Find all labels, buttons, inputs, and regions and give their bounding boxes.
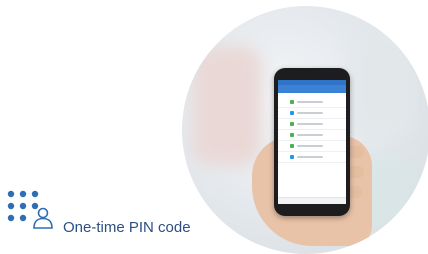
- hand-holding-phone-photo: [182, 6, 428, 254]
- feature-label: One-time PIN code: [63, 219, 191, 236]
- list-item: [278, 108, 346, 119]
- list-item-text: [297, 112, 323, 114]
- list-item-icon: [290, 144, 294, 148]
- list-item-text: [297, 134, 323, 136]
- list-item: [278, 119, 346, 130]
- tab-bar: [278, 197, 346, 204]
- app-title-bar: [278, 85, 346, 93]
- pin-keypad-user-icon: [7, 190, 53, 229]
- smartphone: [274, 68, 350, 216]
- background-blur: [352, 26, 412, 136]
- list-item: [278, 97, 346, 108]
- list-item: [278, 130, 346, 141]
- phone-screen: [278, 80, 346, 204]
- list-item-text: [297, 101, 323, 103]
- list-item-icon: [290, 133, 294, 137]
- list-item: [278, 141, 346, 152]
- list-item-text: [297, 145, 323, 147]
- list-item-text: [297, 156, 323, 158]
- list-item-icon: [290, 100, 294, 104]
- list-item-icon: [290, 155, 294, 159]
- list-item-icon: [290, 111, 294, 115]
- list-item: [278, 152, 346, 163]
- event-list: [278, 97, 346, 163]
- background-blur: [192, 46, 262, 166]
- list-item-icon: [290, 122, 294, 126]
- list-item-text: [297, 123, 323, 125]
